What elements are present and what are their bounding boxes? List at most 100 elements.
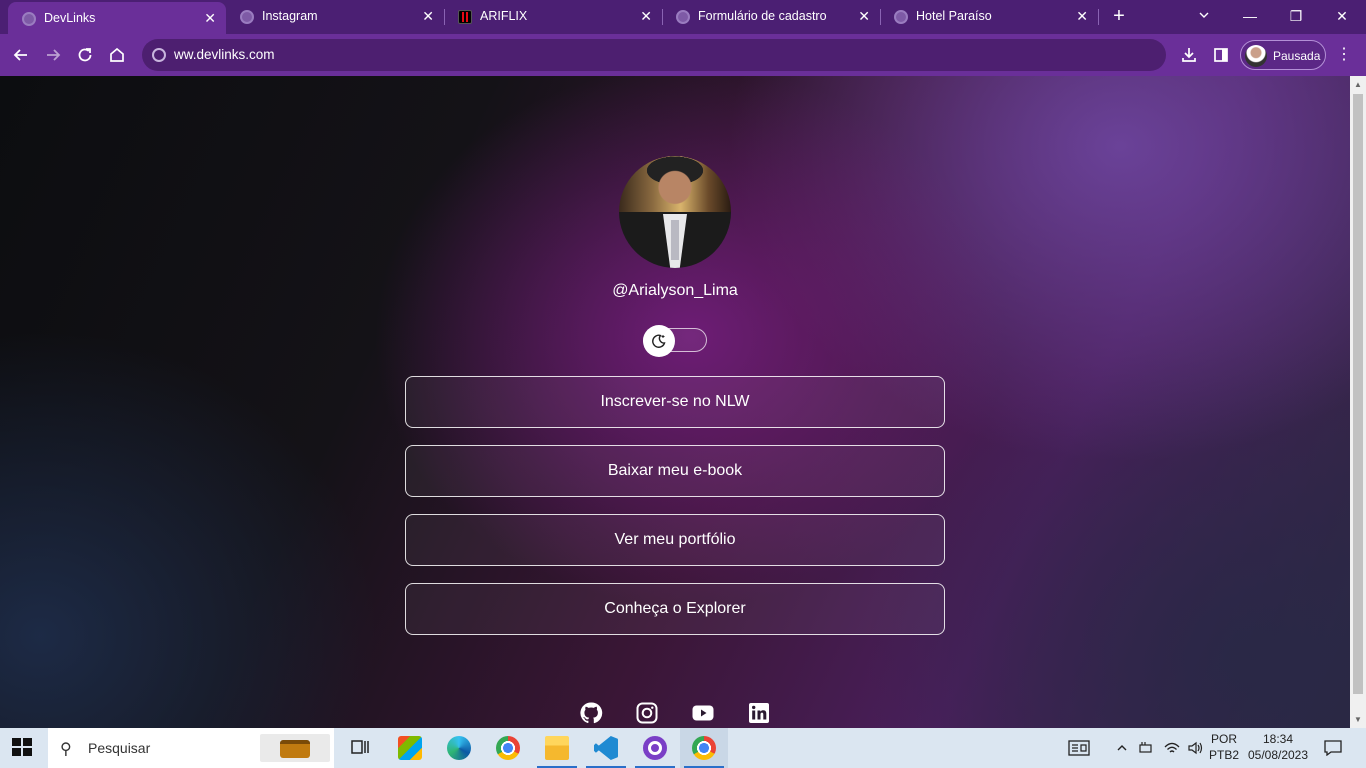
home-button[interactable] bbox=[104, 42, 130, 68]
home-icon bbox=[110, 47, 124, 62]
news-widget-icon[interactable] bbox=[1064, 728, 1094, 768]
tab-search-button[interactable] bbox=[1184, 4, 1224, 28]
windows-start-icon[interactable] bbox=[12, 738, 34, 758]
edge-icon bbox=[447, 736, 471, 760]
store-icon bbox=[398, 736, 422, 760]
input-language[interactable]: POR PTB2 bbox=[1204, 731, 1244, 763]
github-icon[interactable] bbox=[578, 700, 604, 726]
instagram-icon[interactable] bbox=[634, 700, 660, 726]
system-clock[interactable]: 18:34 05/08/2023 bbox=[1240, 731, 1316, 763]
tab-ariflix[interactable]: ARIFLIX ✕ bbox=[444, 0, 662, 34]
notifications-icon[interactable] bbox=[1320, 728, 1346, 768]
menu-icon[interactable]: ⋮ bbox=[1334, 42, 1354, 68]
edge-app[interactable] bbox=[435, 728, 483, 768]
arrow-right-icon bbox=[47, 49, 61, 61]
close-icon[interactable]: ✕ bbox=[204, 10, 216, 26]
globe-icon bbox=[894, 10, 908, 24]
tab-divider bbox=[1098, 9, 1099, 25]
chevron-down-icon bbox=[1199, 12, 1209, 18]
language-code: POR bbox=[1210, 732, 1237, 746]
social-links bbox=[0, 700, 1350, 726]
tab-devlinks[interactable]: DevLinks ✕ bbox=[8, 2, 226, 34]
link-nlw-button[interactable]: Inscrever-se no NLW bbox=[405, 376, 945, 428]
task-view-button[interactable] bbox=[336, 728, 384, 768]
address-text[interactable]: ww.devlinks.com bbox=[174, 47, 275, 62]
avatar bbox=[1245, 45, 1267, 67]
address-bar[interactable]: ww.devlinks.com bbox=[142, 39, 1166, 71]
tab-formulario[interactable]: Formulário de cadastro ✕ bbox=[662, 0, 880, 34]
chevron-up-icon[interactable] bbox=[1112, 728, 1132, 768]
profile-photo bbox=[619, 156, 731, 268]
globe-icon bbox=[676, 10, 690, 24]
wifi-icon[interactable] bbox=[1160, 728, 1184, 768]
side-panel-button[interactable] bbox=[1208, 42, 1234, 68]
forward-button[interactable] bbox=[40, 42, 66, 68]
new-tab-button[interactable]: + bbox=[1108, 5, 1130, 27]
chrome-icon bbox=[496, 736, 520, 760]
store-app[interactable] bbox=[386, 728, 434, 768]
arrow-left-icon bbox=[13, 49, 27, 61]
tab-hotel-paraiso[interactable]: Hotel Paraíso ✕ bbox=[880, 0, 1098, 34]
link-explorer-button[interactable]: Conheça o Explorer bbox=[405, 583, 945, 635]
close-icon[interactable]: ✕ bbox=[858, 8, 870, 24]
youtube-icon[interactable] bbox=[690, 700, 716, 726]
scroll-up-icon[interactable]: ▲ bbox=[1354, 80, 1362, 89]
clock-date: 05/08/2023 bbox=[1247, 748, 1309, 762]
site-info-icon[interactable] bbox=[152, 48, 166, 62]
moon-icon[interactable] bbox=[643, 325, 675, 357]
vscode-app[interactable] bbox=[582, 728, 630, 768]
reload-button[interactable] bbox=[72, 42, 98, 68]
username: @Arialyson_Lima bbox=[612, 282, 738, 299]
chrome-profile-app[interactable] bbox=[680, 728, 728, 768]
volume-icon[interactable] bbox=[1184, 728, 1206, 768]
search-icon: ⚲ bbox=[60, 741, 72, 758]
minimize-button[interactable]: — bbox=[1230, 4, 1270, 28]
close-icon[interactable]: ✕ bbox=[422, 8, 434, 24]
tab-title: Hotel Paraíso bbox=[916, 9, 992, 23]
windows-taskbar: ⚲ Pesquisar POR PTB2 18:34 05/08/2023 bbox=[0, 728, 1366, 768]
theme-switch[interactable] bbox=[643, 325, 707, 357]
explorer-app[interactable] bbox=[533, 728, 581, 768]
page-scrollbar[interactable]: ▲ ▼ bbox=[1350, 76, 1366, 728]
clock-time: 18:34 bbox=[1262, 732, 1294, 746]
tab-title: DevLinks bbox=[44, 11, 96, 25]
side-panel-icon bbox=[1214, 48, 1228, 62]
globe-icon bbox=[22, 12, 36, 26]
folder-icon bbox=[545, 736, 569, 760]
github-desktop-icon bbox=[643, 736, 667, 760]
scroll-thumb[interactable] bbox=[1353, 94, 1363, 694]
reload-icon bbox=[78, 48, 92, 62]
vscode-icon bbox=[594, 736, 618, 760]
browser-toolbar: ww.devlinks.com Pausada ⋮ bbox=[0, 34, 1366, 76]
page-viewport: @Arialyson_Lima Inscrever-se no NLW Baix… bbox=[0, 76, 1350, 728]
photo-tie bbox=[671, 220, 679, 260]
tab-instagram[interactable]: Instagram ✕ bbox=[226, 0, 444, 34]
tab-title: ARIFLIX bbox=[480, 9, 528, 23]
link-ebook-button[interactable]: Baixar meu e-book bbox=[405, 445, 945, 497]
globe-icon bbox=[240, 10, 254, 24]
briefcase-icon[interactable] bbox=[260, 734, 330, 762]
netflix-icon bbox=[458, 10, 472, 24]
close-icon[interactable]: ✕ bbox=[1076, 8, 1088, 24]
close-icon[interactable]: ✕ bbox=[640, 8, 652, 24]
downloads-button[interactable] bbox=[1176, 42, 1202, 68]
battery-plug-icon[interactable] bbox=[1136, 728, 1158, 768]
search-placeholder: Pesquisar bbox=[88, 740, 151, 756]
profile-button[interactable]: Pausada bbox=[1240, 40, 1326, 70]
chrome-icon bbox=[692, 736, 716, 760]
task-view-icon bbox=[351, 740, 369, 754]
tab-strip: DevLinks ✕ Instagram ✕ ARIFLIX ✕ Formulá… bbox=[0, 0, 1366, 34]
tab-title: Formulário de cadastro bbox=[698, 9, 827, 23]
linkedin-icon[interactable] bbox=[746, 700, 772, 726]
tab-title: Instagram bbox=[262, 9, 318, 23]
chrome-app[interactable] bbox=[484, 728, 532, 768]
back-button[interactable] bbox=[8, 42, 34, 68]
keyboard-layout: PTB2 bbox=[1208, 748, 1239, 762]
restore-button[interactable]: ❐ bbox=[1276, 4, 1316, 28]
close-window-button[interactable]: ✕ bbox=[1322, 4, 1362, 28]
scroll-down-icon[interactable]: ▼ bbox=[1354, 715, 1362, 724]
download-icon bbox=[1182, 48, 1196, 62]
link-portfolio-button[interactable]: Ver meu portfólio bbox=[405, 514, 945, 566]
taskbar-search[interactable]: ⚲ Pesquisar bbox=[48, 728, 334, 768]
github-desktop-app[interactable] bbox=[631, 728, 679, 768]
